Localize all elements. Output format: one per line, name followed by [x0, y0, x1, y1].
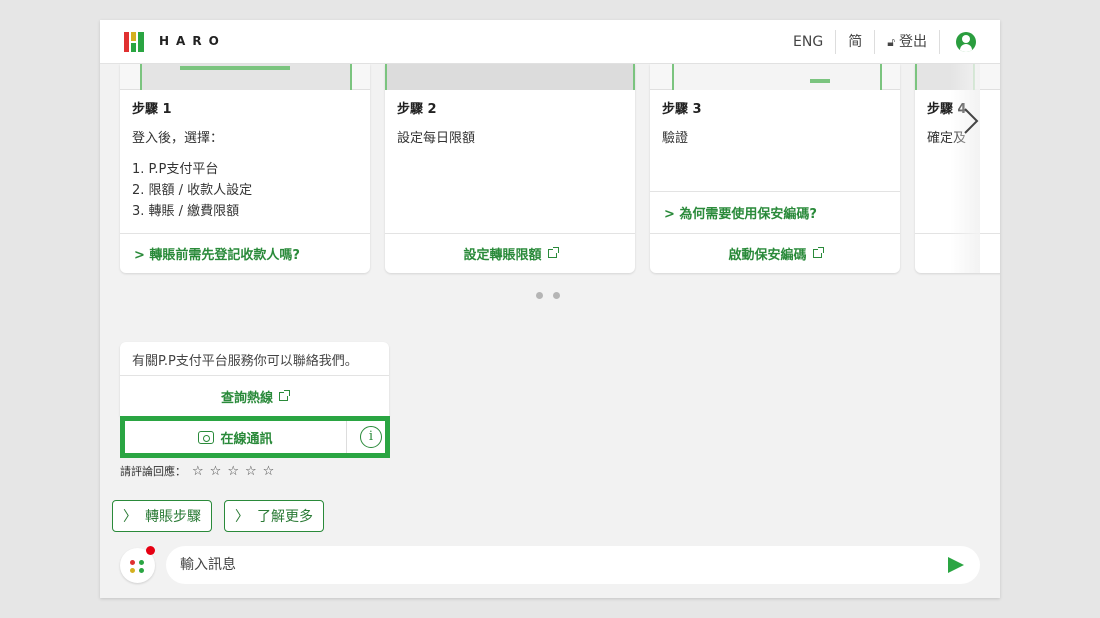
live-chat-button[interactable]: 在線通訊	[125, 421, 347, 453]
live-chat-label: 在線通訊	[220, 431, 273, 447]
rating-row: 請評論回應： ☆ ☆ ☆ ☆ ☆	[120, 463, 274, 479]
hotline-button[interactable]: 查詢熱線	[120, 376, 389, 416]
step-3-title: 步驟 3	[662, 102, 702, 117]
pagination-dot[interactable]	[553, 292, 560, 299]
step-card-1: 步驟 1 登入後，選擇： 1. P.P支付平台 2. 限額 / 收款人設定 3.…	[120, 64, 370, 273]
rating-label: 請評論回應：	[120, 465, 186, 478]
step-2-title: 步驟 2	[397, 102, 437, 117]
step-1-text: 登入後，選擇：	[132, 131, 224, 146]
star-icon[interactable]: ☆	[210, 464, 222, 479]
language-english-link[interactable]: ENG	[781, 30, 837, 54]
external-link-icon	[547, 247, 559, 258]
header: HARO ENG 简 🔓︎ 登出	[100, 20, 1000, 64]
step-1-list: 1. P.P支付平台 2. 限額 / 收款人設定 3. 轉賬 / 繳費限額	[132, 159, 252, 222]
info-icon[interactable]: i	[360, 426, 382, 448]
security-code-faq-link[interactable]: > 為何需要使用保安編碼?	[650, 191, 900, 232]
external-link-icon	[279, 389, 290, 401]
send-icon[interactable]	[948, 557, 964, 573]
profile-button[interactable]	[940, 32, 980, 52]
contact-intro-text: 有關P.P支付平台服務你可以聯絡我們。	[120, 342, 389, 376]
step-card-3: 步驟 3 驗證 > 為何需要使用保安編碼? 啟動保安編碼	[650, 64, 900, 273]
notification-dot	[146, 546, 155, 555]
set-transfer-limit-link[interactable]: 設定轉賬限額	[385, 233, 635, 273]
chevron-right-icon: 〉	[123, 509, 137, 525]
step-2-screenshot	[385, 64, 635, 90]
user-avatar-icon	[956, 32, 976, 52]
learn-more-chip[interactable]: 〉了解更多	[224, 500, 324, 532]
chip-label: 了解更多	[257, 509, 313, 525]
pagination-dot[interactable]	[536, 292, 543, 299]
logout-button[interactable]: 🔓︎ 登出	[875, 30, 940, 54]
step-3-screenshot	[650, 64, 900, 90]
chatbot-avatar-icon[interactable]	[120, 546, 155, 583]
hotline-label: 查詢熱線	[220, 390, 273, 406]
live-chat-highlight: 在線通訊 i	[120, 416, 390, 458]
carousel-next-icon[interactable]	[962, 106, 980, 136]
activate-security-code-label: 啟動保安編碼	[728, 248, 807, 263]
contact-card: 有關P.P支付平台服務你可以聯絡我們。 查詢熱線	[120, 342, 389, 416]
step-3-text: 驗證	[662, 131, 689, 146]
star-icon[interactable]: ☆	[227, 464, 239, 479]
brand-name: HARO	[159, 34, 226, 48]
carousel-pagination	[536, 292, 560, 299]
lock-icon: 🔓︎	[887, 35, 895, 49]
chevron-right-icon: 〉	[235, 509, 249, 525]
brand-logo	[124, 32, 144, 52]
chat-agent-icon	[198, 430, 215, 444]
language-simplified-link[interactable]: 简	[836, 30, 876, 54]
carousel-fade	[950, 64, 980, 273]
activate-security-code-link[interactable]: 啟動保安編碼	[650, 233, 900, 273]
star-icon[interactable]: ☆	[192, 464, 204, 479]
message-input[interactable]	[166, 546, 980, 584]
step-2-text: 設定每日限額	[397, 131, 476, 146]
register-payee-faq-link[interactable]: > 轉賬前需先登記收款人嗎?	[120, 233, 370, 273]
list-item: 1. P.P支付平台	[132, 162, 219, 177]
star-icon[interactable]: ☆	[263, 464, 275, 479]
header-actions: ENG 简 🔓︎ 登出	[781, 30, 980, 54]
list-item: 2. 限額 / 收款人設定	[132, 183, 253, 198]
step-1-screenshot	[120, 64, 370, 90]
message-composer	[120, 546, 980, 584]
logout-label: 登出	[899, 34, 927, 50]
step-card-2: 步驟 2 設定每日限額 設定轉賬限額	[385, 64, 635, 273]
star-icon[interactable]: ☆	[245, 464, 257, 479]
transfer-steps-chip[interactable]: 〉轉賬步驟	[112, 500, 212, 532]
set-transfer-limit-label: 設定轉賬限額	[463, 248, 542, 263]
external-link-icon	[812, 247, 824, 258]
chip-label: 轉賬步驟	[145, 509, 201, 525]
chat-window: HARO ENG 简 🔓︎ 登出 步驟 1 登入後，選擇： 1. P.P支付平台 …	[100, 20, 1000, 598]
list-item: 3. 轉賬 / 繳費限額	[132, 204, 240, 219]
step-1-title: 步驟 1	[132, 102, 172, 117]
